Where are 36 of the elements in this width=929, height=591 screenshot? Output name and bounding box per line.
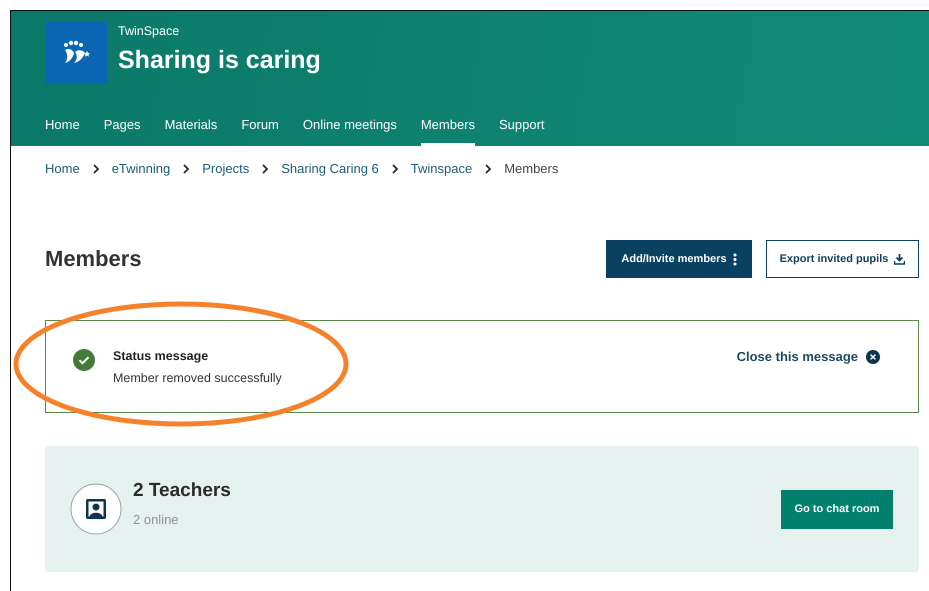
logo[interactable] (45, 22, 107, 84)
site-name: TwinSpace (118, 24, 180, 38)
success-check-icon (73, 349, 95, 371)
chat-room-button[interactable]: Go to chat room (781, 490, 893, 528)
nav-tab[interactable]: Members (420, 116, 476, 146)
contact-icon (70, 483, 122, 535)
nav-tab[interactable]: Support (499, 116, 545, 146)
chevron-icon (92, 164, 100, 174)
close-message-button[interactable]: Close this message (736, 349, 880, 364)
status-text: Member removed successfully (113, 371, 282, 385)
breadcrumb-link[interactable]: Home (45, 160, 80, 177)
space-title: Sharing is caring (118, 46, 321, 75)
breadcrumb-link[interactable]: Sharing Caring 6 (281, 160, 379, 177)
nav-tab[interactable]: Pages (104, 116, 141, 146)
more-icon (732, 252, 737, 266)
people-logo-icon (61, 40, 91, 66)
breadcrumb-current: Members (504, 160, 558, 177)
chevron-icon (261, 164, 270, 174)
invite-members-button[interactable]: Add/Invite members (606, 240, 752, 278)
export-button[interactable]: Export invited pupils (766, 240, 919, 278)
chevron-icon (182, 164, 190, 174)
online-count: 2 online (133, 512, 180, 526)
breadcrumb-link[interactable]: Twinspace (410, 160, 472, 177)
status-title: Status message (113, 349, 210, 363)
chevron-icon (484, 164, 492, 174)
breadcrumb-link[interactable]: eTwinning (112, 160, 170, 177)
nav-tab[interactable]: Online meetings (302, 116, 397, 146)
download-icon (894, 254, 906, 264)
nav-tab[interactable]: Materials (164, 116, 218, 146)
nav-tab[interactable]: Forum (241, 116, 279, 146)
nav-tab[interactable]: Home (45, 116, 80, 146)
group-title: 2 Teachers (133, 480, 231, 502)
breadcrumb-link[interactable]: Projects (202, 160, 250, 177)
page-heading: Members (45, 246, 143, 272)
chevron-icon (390, 164, 399, 174)
close-icon (866, 350, 880, 364)
